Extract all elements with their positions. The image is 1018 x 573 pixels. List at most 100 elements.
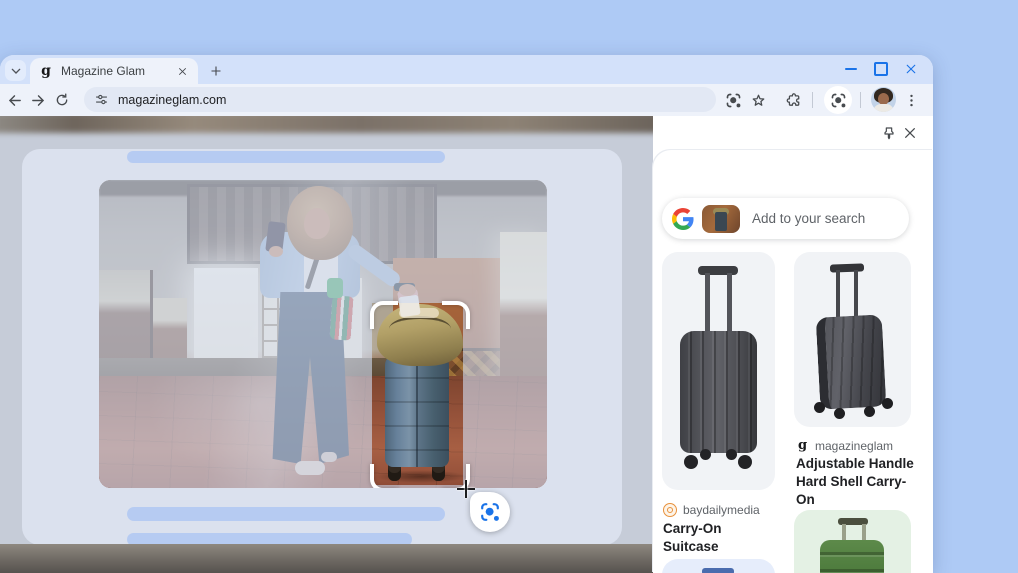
skeleton-text-bar <box>127 151 445 163</box>
suitcase-wheel <box>684 455 698 469</box>
tab-title: Magazine Glam <box>61 64 146 78</box>
window-close-button[interactable] <box>899 58 923 80</box>
lens-panel-toggle-button[interactable] <box>826 88 850 112</box>
back-button[interactable] <box>2 88 26 112</box>
lens-side-panel: g magazineglam Adjustable Handle Hard Sh… <box>653 116 933 573</box>
close-icon <box>177 66 188 77</box>
baydailymedia-favicon <box>663 503 677 517</box>
toolbar-divider <box>860 92 861 108</box>
result-product-image-blue[interactable] <box>662 559 775 573</box>
star-icon <box>750 92 767 109</box>
result-title[interactable]: Adjustable Handle Hard Shell Carry-On <box>796 455 916 510</box>
result-source[interactable]: baydailymedia <box>663 503 760 517</box>
crosshair-cursor <box>457 480 475 498</box>
lens-icon <box>830 92 847 109</box>
suitcase-body <box>680 331 757 453</box>
suitcase-handle-tube <box>705 273 710 333</box>
browser-window: g Magazine Glam magazineglam.com Add to … <box>0 55 933 573</box>
page-blurred-image-strip <box>0 116 653 133</box>
lens-scrim[interactable] <box>99 485 547 488</box>
suitcase-wheel <box>814 402 825 413</box>
lens-search-button[interactable] <box>721 88 745 112</box>
tab-search-button[interactable] <box>5 60 26 81</box>
suitcase-wheel <box>864 406 875 417</box>
bookmark-button[interactable] <box>746 88 770 112</box>
extensions-button[interactable] <box>782 88 806 112</box>
suitcase-wheel <box>726 449 737 460</box>
suitcase-wheel <box>882 398 893 409</box>
selection-corner-top-left[interactable] <box>370 301 398 329</box>
selection-corner-top-right[interactable] <box>442 301 470 329</box>
browser-toolbar: magazineglam.com <box>0 84 933 116</box>
lens-scrim[interactable] <box>463 303 547 485</box>
close-panel-button[interactable] <box>902 125 918 141</box>
site-settings-tune-icon[interactable] <box>94 92 109 107</box>
article-photo[interactable] <box>99 180 547 488</box>
browser-menu-button[interactable] <box>899 88 923 112</box>
thumbnail-suitcase <box>715 211 727 231</box>
suitcase-handle <box>702 568 734 573</box>
window-minimize-button[interactable] <box>839 58 863 80</box>
result-product-image[interactable] <box>662 252 775 490</box>
suitcase-body <box>815 314 887 410</box>
suitcase-wheel <box>700 449 711 460</box>
pin-panel-button[interactable] <box>881 125 897 141</box>
tab-favicon-icon: g <box>41 63 51 79</box>
forward-button[interactable] <box>26 88 50 112</box>
suitcase-handle <box>698 266 738 275</box>
lens-search-fab[interactable] <box>470 492 510 532</box>
google-g-logo <box>672 208 694 230</box>
suitcase-seam <box>416 355 418 467</box>
plus-icon <box>209 64 223 78</box>
toolbar-divider <box>812 92 813 108</box>
desktop: g Magazine Glam magazineglam.com Add to … <box>0 0 1018 573</box>
back-arrow-icon <box>6 92 23 109</box>
avatar-shirt <box>873 104 894 112</box>
new-tab-button[interactable] <box>205 60 226 81</box>
selection-corner-bottom-left[interactable] <box>370 464 398 488</box>
page-dimmed-footer <box>0 544 653 573</box>
tab-magazine-glam[interactable]: g Magazine Glam <box>30 58 198 84</box>
lens-icon <box>725 92 742 109</box>
address-bar[interactable]: magazineglam.com <box>84 87 716 112</box>
lens-scrim[interactable] <box>99 303 372 485</box>
tab-close-button[interactable] <box>174 63 190 79</box>
result-product-image-green[interactable] <box>794 510 911 573</box>
kebab-menu-icon <box>903 92 920 109</box>
suitcase-handle-tube <box>727 273 732 333</box>
profile-avatar[interactable] <box>871 87 896 112</box>
pin-icon <box>881 125 897 141</box>
add-to-search-input[interactable] <box>750 210 904 227</box>
close-icon <box>904 62 918 76</box>
window-maximize-button[interactable] <box>869 58 893 80</box>
result-title[interactable]: Carry-On Suitcase <box>663 520 775 556</box>
suitcase-wheel <box>738 455 752 469</box>
chevron-down-icon <box>8 63 24 79</box>
lens-results-card: g magazineglam Adjustable Handle Hard Sh… <box>653 150 933 573</box>
suitcase-wheel <box>834 408 845 419</box>
webpage-viewport <box>0 116 653 573</box>
url-text[interactable]: magazineglam.com <box>118 93 226 107</box>
magazineglam-favicon: g <box>797 438 808 453</box>
selection-thumbnail <box>702 204 740 233</box>
suitcase-handle <box>829 263 865 273</box>
reload-icon <box>54 92 70 108</box>
lens-search-bar[interactable] <box>662 198 909 239</box>
result-source-name: magazineglam <box>815 438 894 453</box>
close-icon <box>902 125 918 141</box>
tab-strip: g Magazine Glam <box>0 55 933 84</box>
lens-icon <box>479 501 501 523</box>
magazine-article-card <box>22 149 622 545</box>
forward-arrow-icon <box>30 92 47 109</box>
skeleton-text-bar <box>127 507 445 521</box>
reload-button[interactable] <box>50 88 74 112</box>
suitcase-handle-tube <box>836 270 840 322</box>
suitcase-handle-tube <box>854 270 858 322</box>
puzzle-extensions-icon <box>785 91 803 109</box>
suitcase-body <box>820 540 884 573</box>
maximize-icon <box>874 62 888 76</box>
result-product-image[interactable] <box>794 252 911 427</box>
result-source-name: baydailymedia <box>683 503 760 517</box>
lens-scrim[interactable] <box>99 180 547 303</box>
result-source[interactable]: g magazineglam <box>796 438 893 453</box>
